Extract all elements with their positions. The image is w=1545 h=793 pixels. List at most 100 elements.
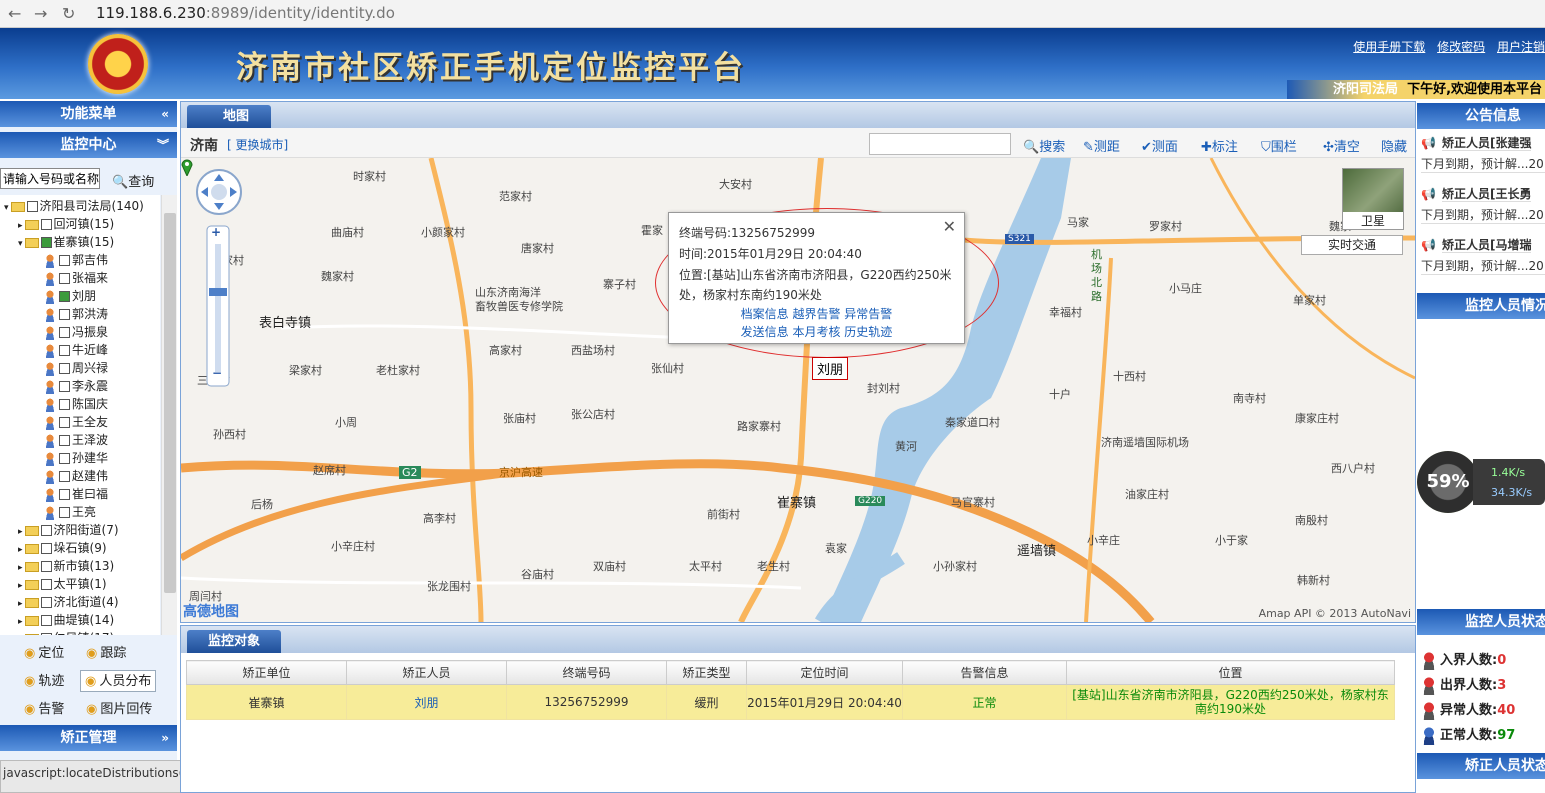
tree-scrollbar[interactable] [161, 195, 177, 635]
tree-person[interactable]: 冯振泉 [44, 323, 108, 341]
manual-download-link[interactable]: 使用手册下载 [1353, 40, 1425, 54]
tree-folder[interactable]: ▸ 太平镇(1) [18, 575, 107, 593]
tree-checkbox[interactable] [59, 345, 70, 356]
tree-checkbox[interactable] [40, 219, 52, 230]
table-row[interactable]: 崔寨镇 刘朋 13256752999 缓刑 2015年01月29日 20:04:… [186, 684, 1395, 720]
correction-mgmt-header[interactable]: 矫正管理 » [0, 725, 177, 751]
back-icon[interactable]: ← [8, 4, 21, 23]
tree-folder[interactable]: ▸仁风镇(17) [18, 629, 114, 635]
tree-checkbox[interactable] [59, 381, 70, 392]
track-button[interactable]: ◉ 跟踪 [86, 643, 126, 665]
tree-checkbox[interactable] [59, 291, 70, 302]
map-search-input[interactable] [869, 133, 1011, 155]
zoom-in-icon[interactable]: + [211, 225, 221, 239]
expand-toggle-icon[interactable]: ▾ [4, 203, 9, 213]
locate-button[interactable]: ◉ 定位 [24, 643, 64, 665]
reload-icon[interactable]: ↻ [62, 4, 75, 23]
tree-checkbox[interactable] [59, 417, 70, 428]
tree-checkbox[interactable] [59, 309, 70, 320]
tree-checkbox[interactable] [59, 399, 70, 410]
query-button[interactable]: 🔍查询 [112, 171, 154, 190]
tree-folder[interactable]: ▸ 济阳街道(7) [18, 521, 119, 539]
close-icon[interactable]: ✕ [943, 217, 956, 236]
tree-checkbox[interactable] [40, 237, 52, 248]
tab-monitor-objects[interactable]: 监控对象 [187, 630, 281, 653]
tree-person[interactable]: 郭洪涛 [44, 305, 108, 323]
org-tree[interactable]: ▾ 济阳县司法局(140) ▸ 回河镇(15) ▾ 崔寨镇(15) 郭吉伟 张福来 刘朋 郭洪涛冯… [0, 195, 160, 635]
tree-person[interactable]: 张福来 [44, 269, 108, 287]
distribution-button[interactable]: ◉ 人员分布 [80, 670, 157, 692]
tree-checkbox[interactable] [40, 525, 52, 536]
satellite-toggle[interactable]: 卫星 [1342, 168, 1404, 230]
tree-folder[interactable]: ▸ 济北街道(4) [18, 593, 119, 611]
tree-person[interactable]: 王泽波 [44, 431, 108, 449]
change-password-link[interactable]: 修改密码 [1437, 40, 1485, 54]
tree-checkbox[interactable] [59, 435, 70, 446]
alarm-button[interactable]: ◉ 告警 [24, 699, 64, 721]
tree-checkbox[interactable] [26, 201, 38, 212]
annotate-button[interactable]: ✚标注 [1201, 136, 1238, 155]
tree-checkbox[interactable] [59, 453, 70, 464]
tree-person[interactable]: 周兴禄 [44, 359, 108, 377]
measure-area-button[interactable]: ✔测面 [1141, 136, 1178, 155]
trajectory-button[interactable]: ◉ 轨迹 [24, 671, 64, 693]
popup-links-2[interactable]: 发送信息 本月考核 历史轨迹 [679, 323, 954, 341]
tree-folder[interactable]: ▸ 垛石镇(9) [18, 539, 107, 557]
measure-distance-button[interactable]: ✎测距 [1083, 136, 1120, 155]
tree-checkbox[interactable] [40, 543, 52, 554]
tree-person[interactable]: 李永震 [44, 377, 108, 395]
tree-person[interactable]: 崔曰福 [44, 485, 108, 503]
expand-toggle-icon[interactable]: ▸ [18, 581, 23, 591]
scroll-thumb[interactable] [164, 213, 176, 593]
map-canvas[interactable]: 时家村 范家村 大安村 马家 罗家村 曲庙村 小颜家村 唐家村 霍家 魏家 魏家… [181, 158, 1415, 622]
expand-icon[interactable]: » [161, 725, 169, 751]
tree-checkbox[interactable] [59, 489, 70, 500]
hide-button[interactable]: 隐藏 [1381, 136, 1407, 155]
tree-person[interactable]: 刘朋 [44, 287, 96, 305]
chevron-down-icon[interactable]: ︾ [157, 132, 169, 158]
notice-item[interactable]: 📢 矫正人员[马增瑞下月到期，预计解...2015 [1421, 233, 1545, 275]
tree-checkbox[interactable] [40, 633, 52, 635]
expand-toggle-icon[interactable]: ▸ [18, 221, 23, 231]
address-bar[interactable]: 119.188.6.230:8989/identity/identity.do [96, 2, 1506, 24]
func-menu-header[interactable]: 功能菜单 « [0, 101, 177, 127]
clear-button[interactable]: ✣清空 [1323, 136, 1360, 155]
tree-folder[interactable]: ▸ 新市镇(13) [18, 557, 114, 575]
expand-toggle-icon[interactable]: ▸ [18, 563, 23, 573]
change-city-link[interactable]: [ 更换城市] [227, 136, 288, 153]
tree-checkbox[interactable] [59, 255, 70, 266]
tree-checkbox[interactable] [59, 507, 70, 518]
expand-toggle-icon[interactable]: ▸ [18, 545, 23, 555]
location-marker-icon[interactable] [181, 158, 193, 176]
tree-checkbox[interactable] [40, 561, 52, 572]
map-search-button[interactable]: 🔍搜索 [1023, 136, 1065, 155]
notice-item[interactable]: 📢 矫正人员[王长勇下月到期，预计解...2015 [1421, 182, 1545, 224]
tree-person[interactable]: 孙建华 [44, 449, 108, 467]
tree-person[interactable]: 陈国庆 [44, 395, 108, 413]
search-input[interactable] [0, 168, 100, 189]
tree-checkbox[interactable] [59, 471, 70, 482]
tree-person[interactable]: 王全友 [44, 413, 108, 431]
logout-link[interactable]: 用户注销 [1497, 40, 1545, 54]
tree-folder[interactable]: ▾ 济阳县司法局(140) [4, 197, 144, 215]
forward-icon[interactable]: → [34, 4, 47, 23]
photo-return-button[interactable]: ◉ 图片回传 [86, 699, 152, 721]
collapse-icon[interactable]: « [161, 101, 169, 127]
tab-map[interactable]: 地图 [187, 105, 271, 128]
tree-person[interactable]: 赵建伟 [44, 467, 108, 485]
tree-checkbox[interactable] [59, 327, 70, 338]
tree-folder[interactable]: ▸ 回河镇(15) [18, 215, 114, 233]
expand-toggle-icon[interactable]: ▸ [18, 599, 23, 609]
monitor-center-header[interactable]: 监控中心 ︾ [0, 132, 177, 158]
tree-checkbox[interactable] [40, 579, 52, 590]
tree-checkbox[interactable] [40, 615, 52, 626]
tree-person[interactable]: 郭吉伟 [44, 251, 108, 269]
expand-toggle-icon[interactable]: ▸ [18, 617, 23, 627]
tree-folder[interactable]: ▾ 崔寨镇(15) [18, 233, 114, 251]
tree-checkbox[interactable] [40, 597, 52, 608]
traffic-toggle[interactable]: 实时交通 [1301, 235, 1403, 255]
tree-checkbox[interactable] [59, 363, 70, 374]
tree-person[interactable]: 王亮 [44, 503, 96, 521]
tree-folder[interactable]: ▸ 曲堤镇(14) [18, 611, 114, 629]
zoom-out-icon[interactable]: − [212, 366, 222, 380]
